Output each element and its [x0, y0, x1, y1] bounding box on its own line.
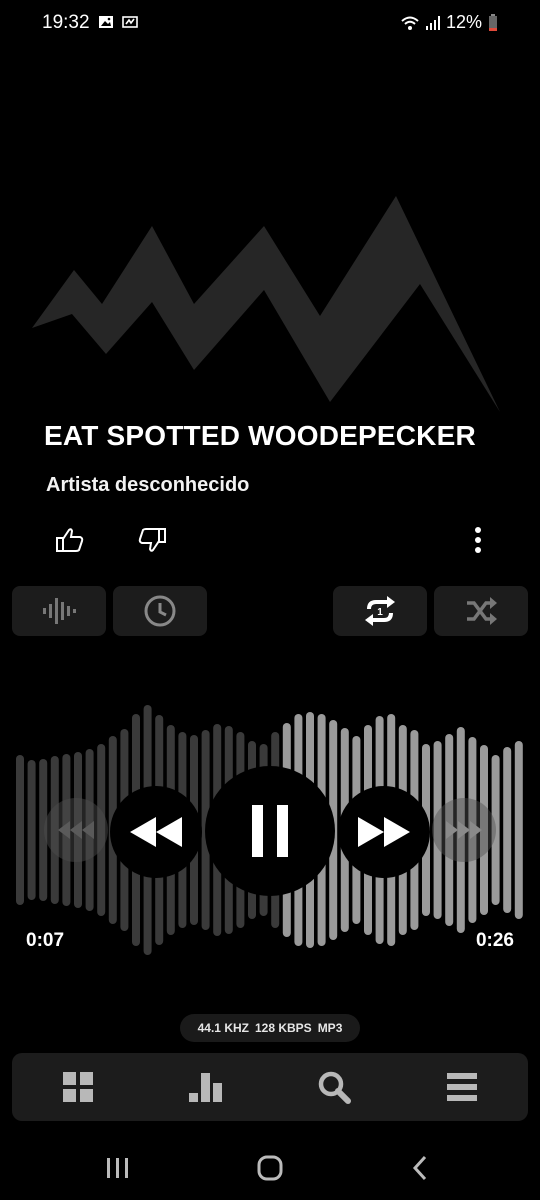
- thumbs-up-icon: [56, 528, 84, 552]
- battery-low-icon: [489, 13, 497, 31]
- back-icon: [412, 1155, 427, 1181]
- recents-button[interactable]: [98, 1152, 138, 1184]
- audio-format-badge: 44.1 KHZ 128 KBPS MP3: [180, 1014, 360, 1042]
- fast-forward-button[interactable]: [338, 786, 430, 878]
- song-title: EAT SPOTTED WOODEPECKER: [44, 420, 476, 451]
- sleep-timer-button[interactable]: [113, 586, 207, 636]
- skip-previous-icon: [58, 821, 94, 839]
- waveform-bar: [16, 755, 24, 905]
- skip-next-button[interactable]: [432, 798, 496, 862]
- signal-icon: [425, 15, 440, 30]
- list-icon: [447, 1073, 477, 1101]
- status-time: 19:32: [42, 12, 90, 33]
- thumbs-down-icon: [138, 528, 166, 552]
- skip-previous-button[interactable]: [44, 798, 108, 862]
- waveform-button[interactable]: [12, 586, 106, 636]
- sample-rate: 44.1 KHZ: [197, 1021, 249, 1035]
- status-right: 12%: [400, 12, 498, 33]
- nav-equalizer-button[interactable]: [188, 1069, 224, 1105]
- album-artwork: [32, 196, 500, 412]
- data-saver-icon: [122, 16, 138, 28]
- waveform-bar: [514, 741, 523, 919]
- home-button[interactable]: [250, 1152, 290, 1184]
- remaining-time: 0:26: [475, 930, 514, 951]
- equalizer-icon: [189, 1073, 222, 1102]
- bottom-navigation: [12, 1053, 528, 1121]
- more-vertical-icon: [475, 527, 481, 553]
- wifi-icon: [401, 16, 419, 30]
- waveform-bar: [503, 747, 512, 913]
- image-icon: [99, 16, 113, 28]
- status-bar: 19:32 12%: [0, 0, 540, 48]
- artwork-mountain-shape: [32, 196, 500, 412]
- recents-icon: [107, 1158, 128, 1178]
- battery-percent: 12%: [445, 12, 482, 32]
- dislike-button[interactable]: [134, 522, 170, 558]
- shuffle-icon: [467, 597, 497, 625]
- artist-name[interactable]: Artista desconhecido: [46, 474, 249, 497]
- shuffle-button[interactable]: [434, 586, 528, 636]
- search-icon: [318, 1071, 351, 1104]
- fast-forward-icon: [358, 817, 410, 847]
- back-button[interactable]: [400, 1152, 440, 1184]
- more-options-button[interactable]: [466, 524, 490, 556]
- pause-icon: [252, 805, 288, 857]
- nav-search-button[interactable]: [316, 1069, 352, 1105]
- repeat-one-icon: 1: [365, 596, 395, 626]
- bitrate: 128 KBPS: [254, 1021, 312, 1035]
- codec: MP3: [317, 1021, 343, 1035]
- waveform-bar: [27, 760, 36, 900]
- svg-text:1: 1: [377, 607, 383, 618]
- waveform-icon: [43, 598, 76, 624]
- repeat-button[interactable]: 1: [333, 586, 427, 636]
- pause-button[interactable]: [205, 766, 335, 896]
- system-navigation-bar: [0, 1140, 540, 1200]
- status-notification-icons: [98, 14, 138, 30]
- grid-icon: [63, 1072, 93, 1102]
- rewind-button[interactable]: [110, 786, 202, 878]
- skip-next-icon: [446, 821, 482, 839]
- home-icon: [257, 1155, 283, 1181]
- like-button[interactable]: [52, 522, 88, 558]
- nav-library-button[interactable]: [60, 1069, 96, 1105]
- nav-queue-button[interactable]: [444, 1069, 480, 1105]
- elapsed-time: 0:07: [26, 930, 65, 951]
- rewind-icon: [130, 817, 182, 847]
- clock-icon: [144, 595, 176, 627]
